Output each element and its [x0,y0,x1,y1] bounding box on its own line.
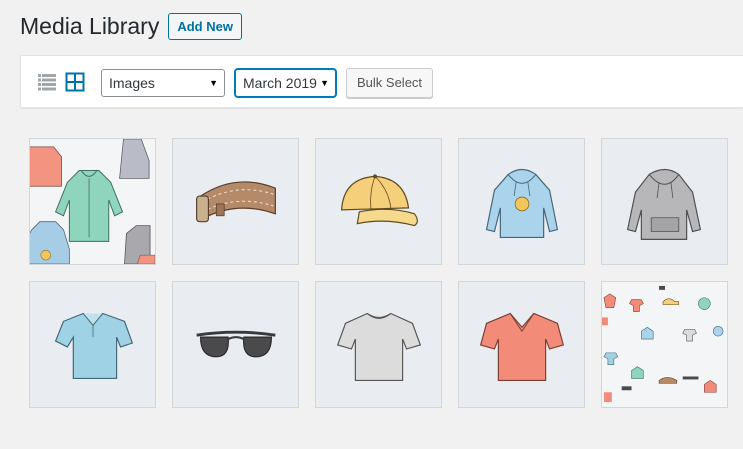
date-selected: March 2019 [243,75,317,91]
page-title: Media Library [20,13,160,39]
media-type-selected: Images [109,75,155,91]
bulk-select-button[interactable]: Bulk Select [346,68,434,98]
hoodie-with-logo-thumbnail [485,168,559,239]
media-item-vneck-tee[interactable] [458,281,585,408]
polo-thumbnail [54,312,134,380]
cap-thumbnail [340,174,418,227]
belt-thumbnail [196,181,276,223]
sunglasses-thumbnail [196,330,276,358]
tshirt-gray-thumbnail [336,312,422,382]
media-item-cap[interactable] [315,138,442,265]
media-item-pattern-accessories[interactable] [601,281,728,408]
add-new-button[interactable]: Add New [168,12,242,40]
list-view-icon[interactable] [37,72,57,97]
media-toolbar: Images ▼ March 2019 ▼ Bulk Select [20,55,743,108]
media-item-tshirt-gray[interactable] [315,281,442,408]
dropdown-arrow-icon: ▼ [320,78,329,88]
page-header: Media Library Add New [20,12,242,40]
media-item-hoodies-pattern[interactable] [29,138,156,265]
media-type-filter[interactable]: Images ▼ [101,69,225,97]
media-item-polo[interactable] [29,281,156,408]
hoodie-gray-thumbnail [626,168,702,240]
media-item-hoodie-with-logo[interactable] [458,138,585,265]
media-item-hoodie-gray[interactable] [601,138,728,265]
grid-view-icon[interactable] [65,72,85,97]
pattern-accessories-thumbnail [602,282,727,407]
date-filter[interactable]: March 2019 ▼ [235,69,336,97]
hoodies-pattern-thumbnail [30,139,155,264]
media-item-sunglasses[interactable] [172,281,299,408]
dropdown-arrow-icon: ▼ [209,78,218,88]
vneck-tee-thumbnail [479,312,565,382]
media-item-belt[interactable] [172,138,299,265]
